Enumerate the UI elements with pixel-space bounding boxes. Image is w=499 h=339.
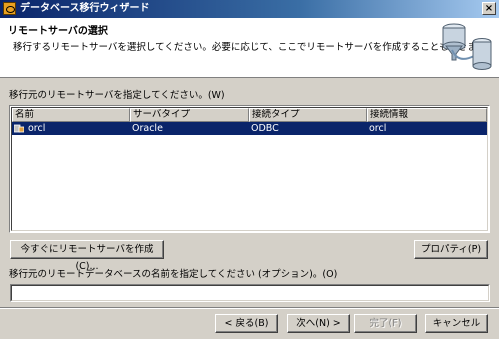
row-connection-type: ODBC (251, 123, 279, 134)
column-header-name[interactable]: 名前 (12, 108, 130, 122)
database-funnel-icon (442, 23, 492, 70)
finish-button: 完了(F) (354, 314, 417, 333)
title-bar: データベース移行ウィザード × (0, 0, 499, 18)
app-icon (3, 2, 16, 15)
close-button[interactable]: × (482, 2, 496, 15)
row-name: orcl (28, 123, 46, 134)
row-connection-info: orcl (369, 123, 387, 134)
window-title: データベース移行ウィザード (20, 3, 150, 14)
page-title: リモートサーバの選択 (8, 26, 108, 37)
remote-db-label: 移行元のリモートデータベースの名前を指定してください (オプション)。(O) (9, 269, 338, 280)
database-icon (14, 124, 24, 133)
column-header-connection-type[interactable]: 接続タイプ (249, 108, 367, 122)
cancel-button[interactable]: キャンセル (425, 314, 488, 333)
remote-server-table[interactable]: 名前 サーバタイプ 接続タイプ 接続情報 orcl Oracle ODBC or… (9, 105, 490, 233)
table-row[interactable]: orcl Oracle ODBC orcl (12, 122, 487, 135)
column-header-server-type[interactable]: サーバタイプ (130, 108, 249, 122)
create-server-button[interactable]: 今すぐにリモートサーバを作成(C)... (10, 240, 164, 272)
column-header-connection-info[interactable]: 接続情報 (367, 108, 487, 122)
back-button[interactable]: < 戻る(B) (215, 314, 278, 333)
wizard-header: リモートサーバの選択 移行するリモートサーバを選択してください。必要に応じて、こ… (0, 18, 499, 78)
remote-db-name-input[interactable] (10, 284, 490, 302)
next-button[interactable]: 次へ(N) > (287, 314, 350, 333)
page-description: 移行するリモートサーバを選択してください。必要に応じて、ここでリモートサーバを作… (13, 42, 495, 53)
row-server-type: Oracle (132, 123, 163, 134)
properties-button[interactable]: プロパティ(P) (414, 240, 488, 259)
remote-server-label: 移行元のリモートサーバを指定してください。(W) (9, 90, 225, 101)
table-header: 名前 サーバタイプ 接続タイプ 接続情報 (12, 108, 487, 122)
divider (0, 307, 499, 309)
